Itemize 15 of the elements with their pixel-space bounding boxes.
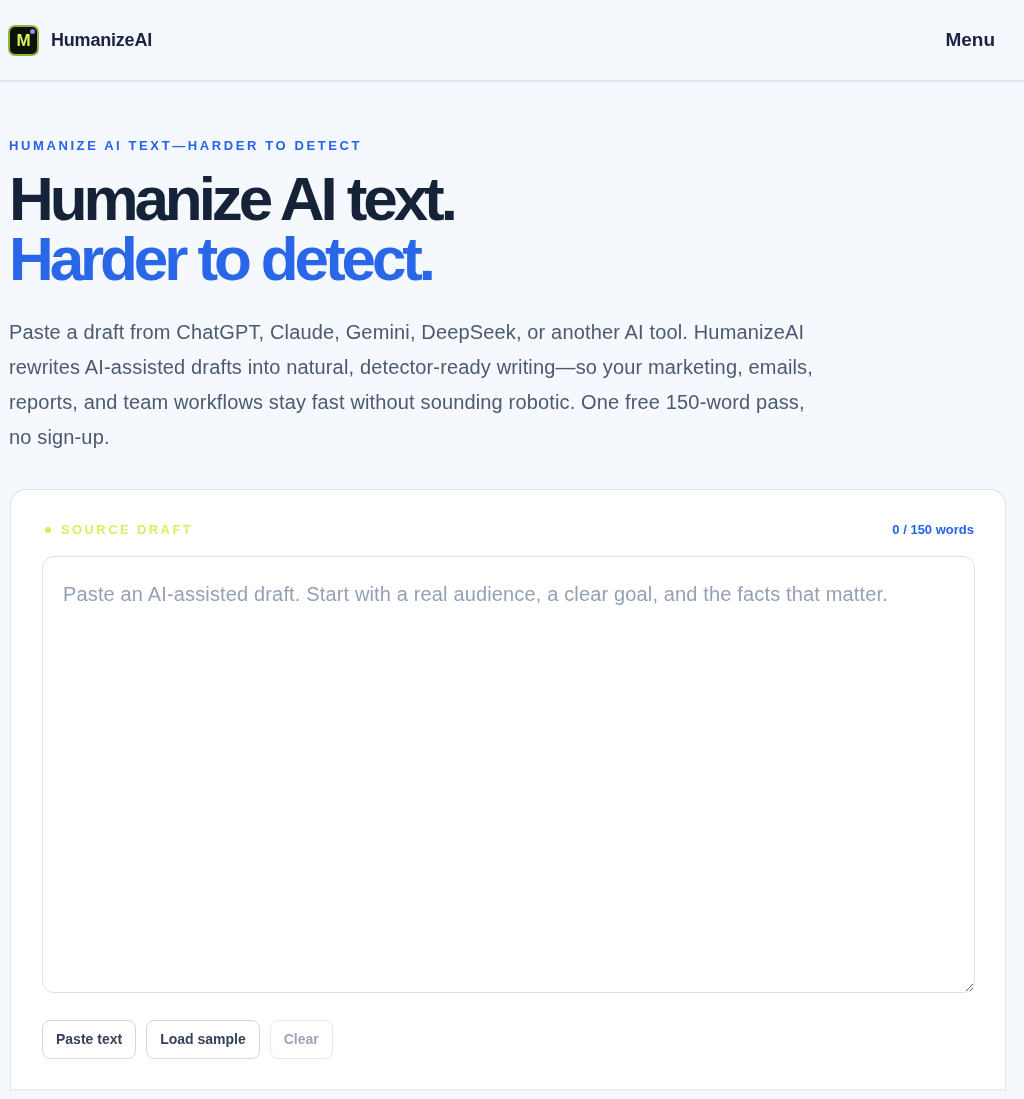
dot-icon bbox=[30, 28, 35, 34]
section-label: SOURCE DRAFT bbox=[61, 521, 194, 540]
headline: Humanize AI text. bbox=[9, 169, 455, 229]
intro-paragraph: Paste a draft from ChatGPT, Claude, Gemini, DeepSeek, or another AI tool. HumanizeAI rewrites AI-assisted drafts into natural, detector-ready writing—so your marketing, emails, reports, and team workflows stay fast without sounding robotic. One free 150-word pass, no sign-up. bbox=[9, 320, 814, 450]
brand-name[interactable]: HumanizeAI bbox=[51, 26, 153, 54]
headline-accent: Harder to detect. bbox=[9, 229, 433, 289]
logo-letter: M bbox=[16, 31, 31, 49]
source-draft-field[interactable]: Paste an AI-assisted draft. Start with a real audience, a clear goal, and the facts that matter. bbox=[42, 556, 975, 993]
word-count: 0 / 150 words bbox=[892, 521, 974, 540]
logo-tile[interactable]: M bbox=[8, 24, 39, 56]
status-dot-icon bbox=[45, 527, 51, 533]
menu-button[interactable]: Menu bbox=[945, 25, 995, 55]
action-button[interactable]: Load sample bbox=[146, 1020, 260, 1059]
eyebrow-text: HUMANIZE AI TEXT—HARDER TO DETECT bbox=[9, 138, 364, 154]
action-button[interactable]: Paste text bbox=[42, 1020, 137, 1059]
